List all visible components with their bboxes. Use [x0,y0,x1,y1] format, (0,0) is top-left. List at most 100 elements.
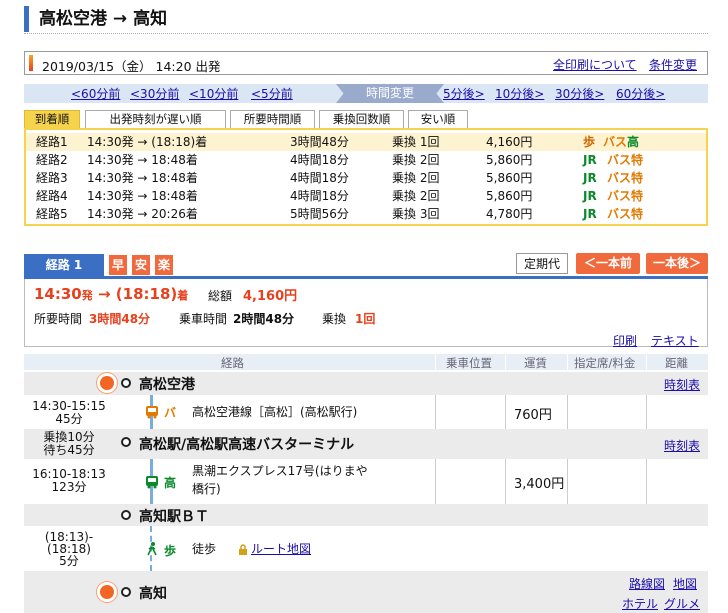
mode-label: バ [164,406,177,420]
transport-mode-badge: バス [607,207,632,221]
col-route: 経路 [221,356,244,370]
line-name[interactable]: 黒潮エクスプレス17号(はりまや [192,462,368,480]
transport-mode-badge: 歩 [583,135,596,149]
station-name[interactable]: 高松駅/高松駅高速バスターミナル [139,434,354,454]
route-transfers: 乗換 2回 [392,189,440,203]
forward-10-link[interactable]: 10分後> [495,85,544,102]
print-all-link[interactable]: 全印刷について [553,56,637,73]
back-10-link[interactable]: <10分前 [189,85,238,102]
arrival-time: (18:18) [115,285,178,303]
segment-fare: 760円 [514,408,552,423]
map-link[interactable]: 地図 [673,575,697,592]
transport-mode-badge: 特 [631,171,644,185]
previous-train-button[interactable]: ＜一本前 [576,253,640,274]
segment-row: (18:13)- (18:18) 5分 歩 徒歩 ルート地図 [24,526,708,571]
transport-mode-badge: JR [583,189,597,203]
route-map-link[interactable]: ルート地図 [251,540,311,558]
column-divider [435,459,436,504]
route-name[interactable]: 経路3 [36,169,68,187]
column-divider [567,459,568,504]
station-name[interactable]: 高知 [139,583,167,603]
departure-time: 14:30 [34,285,82,303]
segment-duration: 5分 [59,554,79,568]
gourmet-link[interactable]: グルメ [664,595,700,612]
column-divider [505,395,506,429]
title-divider [24,33,708,34]
commuter-pass-button[interactable]: 定期代 [516,253,568,274]
text-link[interactable]: テキスト [651,332,699,349]
route-map-link[interactable]: 路線図 [629,575,665,592]
col-reserved-seat: 指定席/料金 [574,356,636,370]
station-name[interactable]: 高知駅ＢＴ [139,506,209,526]
route-duration: 4時間18分 [290,189,349,203]
header-separator [505,354,506,370]
route-summary-row[interactable]: 経路5 14:30発 → 20:26着 5時間56分 乗換 3回 4,780円 JR バス特 [26,205,706,223]
header-separator [646,354,647,370]
segment-duration: 123分 [51,480,87,494]
mode-label: 歩 [164,544,177,558]
segment-duration: 45分 [55,412,83,426]
route-name[interactable]: 経路4 [36,187,68,205]
mode-label: 高 [164,476,177,490]
timetable-link[interactable]: 時刻表 [664,437,700,454]
route-time: 14:30発 → 18:48着 [87,171,198,185]
forward-5-link[interactable]: 5分後> [443,85,485,102]
route-summary-row[interactable]: 経路3 14:30発 → 18:48着 4時間18分 乗換 2回 5,860円 JR バス特 [26,169,706,187]
route-transfers: 乗換 2回 [392,171,440,185]
route-tab[interactable]: 経路 1 [24,254,104,276]
transport-mode-badge: バス [607,171,632,185]
transport-mode-badge: バス [607,189,632,203]
route-table-header: 経路 乗車位置 運賃 指定席/料金 距離 [24,354,708,370]
line-name-cont: 橋行) [192,482,221,496]
sun-icon [100,376,114,390]
route-fare: 5,860円 [486,171,533,185]
route-name[interactable]: 経路2 [36,151,68,169]
forward-60-link[interactable]: 60分後> [616,85,665,102]
station-node-icon [121,437,131,447]
segment-fare: 3,400円 [514,477,565,492]
wait-transfer: 乗換10分 [43,430,95,444]
condition-marker [29,55,33,71]
search-datetime: 2019/03/15（金） 14:20 出発 [42,59,221,74]
station-name[interactable]: 高松空港 [139,374,195,394]
transport-mode-badge: JR [583,171,597,185]
sun-icon [100,585,114,599]
forward-30-link[interactable]: 30分後> [555,85,604,102]
tab-duration[interactable]: 所要時間順 [230,110,315,128]
station-row: 高松空港 時刻表 [24,372,708,395]
segment-time: 14:30-15:15 [32,399,106,413]
back-5-link[interactable]: <5分前 [251,85,293,102]
back-30-link[interactable]: <30分前 [130,85,179,102]
page-title: 高松空港 → 高知 [24,6,704,32]
route-summary-row[interactable]: 経路2 14:30発 → 18:48着 4時間18分 乗換 2回 5,860円 JR バス特 [26,151,706,169]
route-arrow: → [97,285,111,303]
change-conditions-link[interactable]: 条件変更 [649,56,697,73]
transfer-label: 乗換 [322,312,347,326]
segment-time: 16:10-18:13 [32,467,106,481]
next-train-button[interactable]: 一本後＞ [646,253,708,274]
tab-late-departure[interactable]: 出発時刻が遅い順 [85,110,226,128]
route-name[interactable]: 経路1 [36,133,68,151]
time-change-button[interactable]: 時間変更 [336,84,444,103]
route-summary-row[interactable]: 経路4 14:30発 → 18:48着 4時間18分 乗換 2回 5,860円 JR バス特 [26,187,706,205]
route-summary-row[interactable]: 経路1 14:30発 → (18:18)着 3時間48分 乗換 1回 4,160円 歩バス… [26,133,706,151]
hotel-link[interactable]: ホテル [622,595,658,612]
easy-badge: 楽 [155,255,173,275]
route-name[interactable]: 経路5 [36,205,68,223]
column-divider [646,395,647,429]
ride-time: 2時間48分 [233,312,295,326]
route-fare: 5,860円 [486,153,533,167]
print-link[interactable]: 印刷 [613,332,637,349]
arrival-suffix: 着 [177,289,189,302]
tab-cheapest[interactable]: 安い順 [408,110,468,128]
tab-transfers[interactable]: 乗換回数順 [319,110,404,128]
route-duration: 4時間18分 [290,153,349,167]
tab-arrival[interactable]: 到着順 [24,110,80,128]
route-fare: 5,860円 [486,189,533,203]
highway-bus-icon [146,476,158,489]
timetable-link[interactable]: 時刻表 [664,376,700,393]
route-duration: 3時間48分 [290,135,349,149]
line-name[interactable]: 高松空港線［高松］(高松駅行) [192,403,357,421]
column-divider [435,395,436,429]
back-60-link[interactable]: <60分前 [71,85,120,102]
